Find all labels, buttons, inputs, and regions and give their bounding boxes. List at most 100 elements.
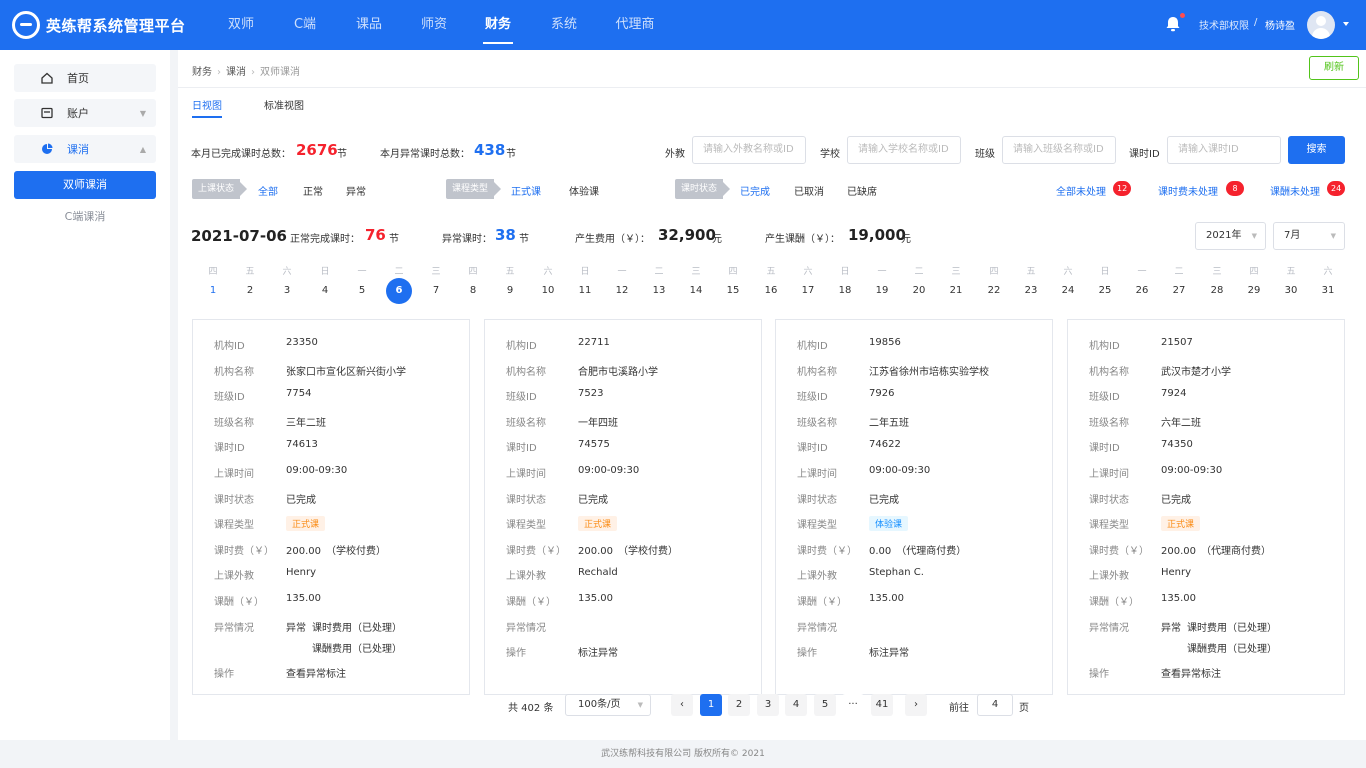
- calendar-day[interactable]: 9: [497, 278, 523, 304]
- filter-option[interactable]: 正式课: [511, 183, 541, 198]
- sidebar-subitem-dual-teacher[interactable]: 双师课消: [14, 171, 156, 199]
- field-label: 课时状态: [214, 494, 254, 506]
- card-action-link[interactable]: 标注异常: [578, 644, 618, 659]
- day-abnormal-label: 异常课时：: [442, 234, 492, 245]
- user-name[interactable]: 杨诗盈: [1265, 17, 1295, 32]
- user-department[interactable]: 技术部权限: [1199, 17, 1249, 32]
- nav-item[interactable]: C端: [294, 0, 316, 50]
- field-value: 7924: [1161, 388, 1187, 400]
- calendar-day[interactable]: 13: [646, 278, 672, 304]
- nav-item[interactable]: 财务: [482, 0, 514, 50]
- page-ellipsis[interactable]: ···: [842, 694, 864, 716]
- page-button[interactable]: 41: [871, 694, 893, 716]
- nav-item[interactable]: 课品: [356, 0, 382, 50]
- filter-option[interactable]: 体验课: [569, 183, 599, 198]
- calendar-day[interactable]: 26: [1129, 278, 1155, 304]
- card-action-link[interactable]: 标注异常: [869, 644, 909, 659]
- teacher-search-input[interactable]: 请输入外教名称或ID: [692, 136, 806, 164]
- filter-option[interactable]: 全部: [258, 183, 278, 198]
- refresh-button[interactable]: 刷新: [1309, 56, 1359, 80]
- calendar-day[interactable]: 12: [609, 278, 635, 304]
- class-search-input[interactable]: 请输入班级名称或ID: [1002, 136, 1116, 164]
- calendar-day[interactable]: 2: [237, 278, 263, 304]
- field-label: 课程类型: [797, 520, 837, 532]
- filter-option[interactable]: 已取消: [794, 183, 824, 198]
- calendar-day[interactable]: 18: [832, 278, 858, 304]
- calendar-day[interactable]: 27: [1166, 278, 1192, 304]
- search-button[interactable]: 搜索: [1288, 136, 1345, 164]
- month-select-value: 7月: [1284, 230, 1301, 241]
- calendar-day[interactable]: 17: [795, 278, 821, 304]
- calendar-day[interactable]: 8: [460, 278, 486, 304]
- calendar-day[interactable]: 10: [535, 278, 561, 304]
- page-size-select[interactable]: 100条/页 ▼: [565, 694, 651, 716]
- card-action-link[interactable]: 查看异常标注: [1161, 665, 1221, 680]
- filter-option[interactable]: 异常: [346, 183, 366, 198]
- calendar-day[interactable]: 31: [1315, 278, 1341, 304]
- pending-all-link[interactable]: 全部未处理: [1056, 183, 1106, 198]
- calendar-day[interactable]: 28: [1204, 278, 1230, 304]
- prev-page-button[interactable]: ‹: [671, 694, 693, 716]
- nav-item[interactable]: 系统: [551, 0, 577, 50]
- calendar-day[interactable]: 24: [1055, 278, 1081, 304]
- filter-option[interactable]: 正常: [303, 183, 323, 198]
- page-button[interactable]: 4: [785, 694, 807, 716]
- calendar-day[interactable]: 16: [758, 278, 784, 304]
- breadcrumb-item[interactable]: 财务: [192, 67, 212, 78]
- sidebar-item-consumption[interactable]: 课消 ▲: [14, 135, 156, 163]
- card-action-link[interactable]: 查看异常标注: [286, 665, 346, 680]
- sidebar-item-account[interactable]: 账户 ▼: [14, 99, 156, 127]
- field-value: 21507: [1161, 337, 1193, 348]
- nav-item[interactable]: 双师: [228, 0, 254, 50]
- calendar-day[interactable]: 29: [1241, 278, 1267, 304]
- school-search-input[interactable]: 请输入学校名称或ID: [847, 136, 961, 164]
- filter-option[interactable]: 已缺席: [847, 183, 877, 198]
- year-select[interactable]: 2021年 ▼: [1195, 222, 1266, 250]
- calendar-weekday: 三: [1212, 267, 1222, 277]
- calendar-day[interactable]: 5: [349, 278, 375, 304]
- calendar-day[interactable]: 6: [386, 278, 412, 304]
- calendar-day[interactable]: 21: [943, 278, 969, 304]
- pending-fee-link[interactable]: 课时费未处理: [1158, 183, 1218, 198]
- field-label: 机构ID: [214, 341, 245, 352]
- user-separator: /: [1254, 17, 1258, 28]
- calendar-day[interactable]: 11: [572, 278, 598, 304]
- calendar-day[interactable]: 14: [683, 278, 709, 304]
- calendar-day[interactable]: 4: [312, 278, 338, 304]
- calendar-day[interactable]: 15: [720, 278, 746, 304]
- page-button[interactable]: 2: [728, 694, 750, 716]
- calendar-day[interactable]: 20: [906, 278, 932, 304]
- page-button[interactable]: 1: [700, 694, 722, 716]
- nav-item[interactable]: 代理商: [615, 0, 654, 50]
- brand-logo[interactable]: 英练帮系统管理平台: [12, 11, 186, 39]
- calendar-day[interactable]: 25: [1092, 278, 1118, 304]
- calendar-day[interactable]: 3: [274, 278, 300, 304]
- month-select[interactable]: 7月 ▼: [1273, 222, 1345, 250]
- goto-page-input[interactable]: 4: [977, 694, 1013, 716]
- calendar-day[interactable]: 7: [423, 278, 449, 304]
- pending-pay-link[interactable]: 课酬未处理: [1270, 183, 1320, 198]
- chevron-down-icon[interactable]: [1343, 22, 1349, 26]
- sidebar-subitem-c-end[interactable]: C端课消: [14, 205, 156, 229]
- calendar-day[interactable]: 22: [981, 278, 1007, 304]
- field-label: 班级名称: [797, 417, 837, 429]
- calendar-day[interactable]: 19: [869, 278, 895, 304]
- lesson-search-input[interactable]: 请输入课时ID: [1167, 136, 1281, 164]
- next-page-button[interactable]: ›: [905, 694, 927, 716]
- nav-item[interactable]: 师资: [421, 0, 447, 50]
- page-button[interactable]: 5: [814, 694, 836, 716]
- filter-option[interactable]: 已完成: [740, 183, 770, 198]
- calendar-day[interactable]: 23: [1018, 278, 1044, 304]
- calendar-day[interactable]: 30: [1278, 278, 1304, 304]
- tab-day-view[interactable]: 日视图: [192, 97, 222, 118]
- calendar-day[interactable]: 1: [200, 278, 226, 304]
- field-label: 课时费（￥）: [214, 545, 274, 557]
- field-label: 操作: [506, 648, 526, 659]
- bell-icon[interactable]: [1164, 15, 1182, 33]
- sidebar-item-home[interactable]: 首页: [14, 64, 156, 92]
- page-button[interactable]: 3: [757, 694, 779, 716]
- breadcrumb-item[interactable]: 课消: [226, 67, 246, 78]
- field-label: 上课时间: [506, 469, 546, 480]
- avatar[interactable]: [1307, 11, 1335, 39]
- tab-standard-view[interactable]: 标准视图: [264, 97, 304, 112]
